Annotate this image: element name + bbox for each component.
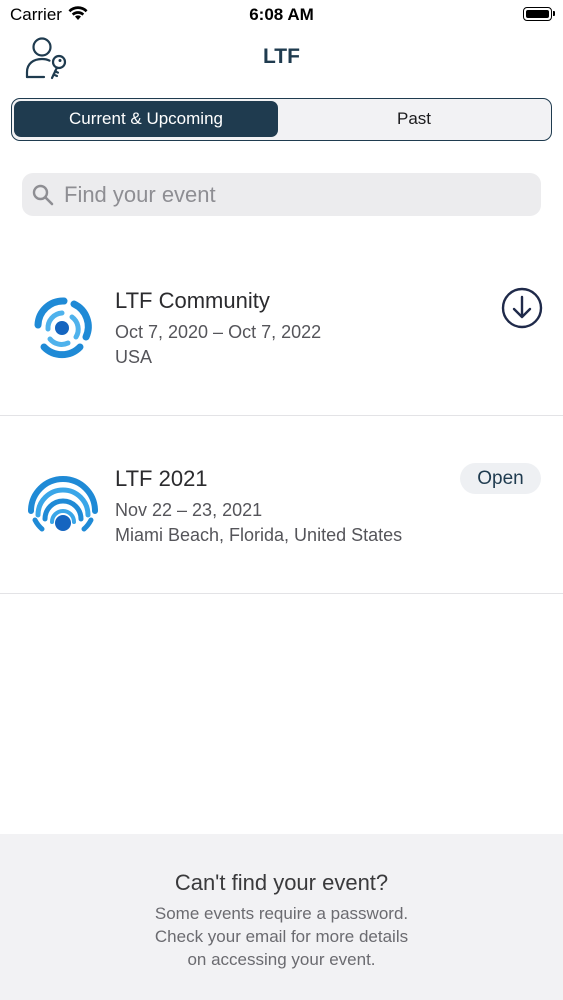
segmented-control: Current & Upcoming Past: [11, 98, 552, 141]
footer-title: Can't find your event?: [174, 870, 389, 895]
nav-bar: LTF: [0, 30, 563, 86]
event-dates: Nov 22 – 23, 2021: [115, 500, 263, 520]
event-location: USA: [115, 347, 153, 367]
page-title: LTF: [263, 45, 300, 68]
event-location: Miami Beach, Florida, United States: [115, 525, 403, 545]
event-row-ltf-community[interactable]: LTF Community Oct 7, 2020 – Oct 7, 2022 …: [0, 238, 563, 416]
footer-line: Check your email for more details: [154, 927, 409, 946]
event-logo-icon: [28, 293, 98, 363]
footer-help: Can't find your event? Some events requi…: [0, 834, 563, 1000]
download-icon[interactable]: [500, 286, 544, 330]
battery-icon: [523, 7, 555, 21]
event-name: LTF Community: [115, 288, 270, 313]
event-dates: Oct 7, 2020 – Oct 7, 2022: [115, 322, 322, 342]
event-logo-icon: [28, 473, 98, 543]
tab-past[interactable]: Past: [280, 101, 548, 137]
search-icon: [31, 183, 55, 207]
status-bar: Carrier 6:08 AM: [0, 0, 563, 30]
tab-current-upcoming[interactable]: Current & Upcoming: [14, 101, 278, 137]
footer-text: Some events require a password. Check yo…: [0, 902, 563, 971]
event-row-ltf-2021[interactable]: LTF 2021 Nov 22 – 23, 2021 Miami Beach, …: [0, 416, 563, 594]
footer-line: Some events require a password.: [154, 904, 409, 923]
clock: 6:08 AM: [249, 5, 314, 24]
event-name: LTF 2021: [115, 466, 208, 491]
footer-line: on accessing your event.: [187, 950, 376, 969]
search-input[interactable]: [64, 177, 524, 213]
open-button[interactable]: Open: [460, 463, 541, 494]
search-bar[interactable]: [22, 173, 541, 216]
